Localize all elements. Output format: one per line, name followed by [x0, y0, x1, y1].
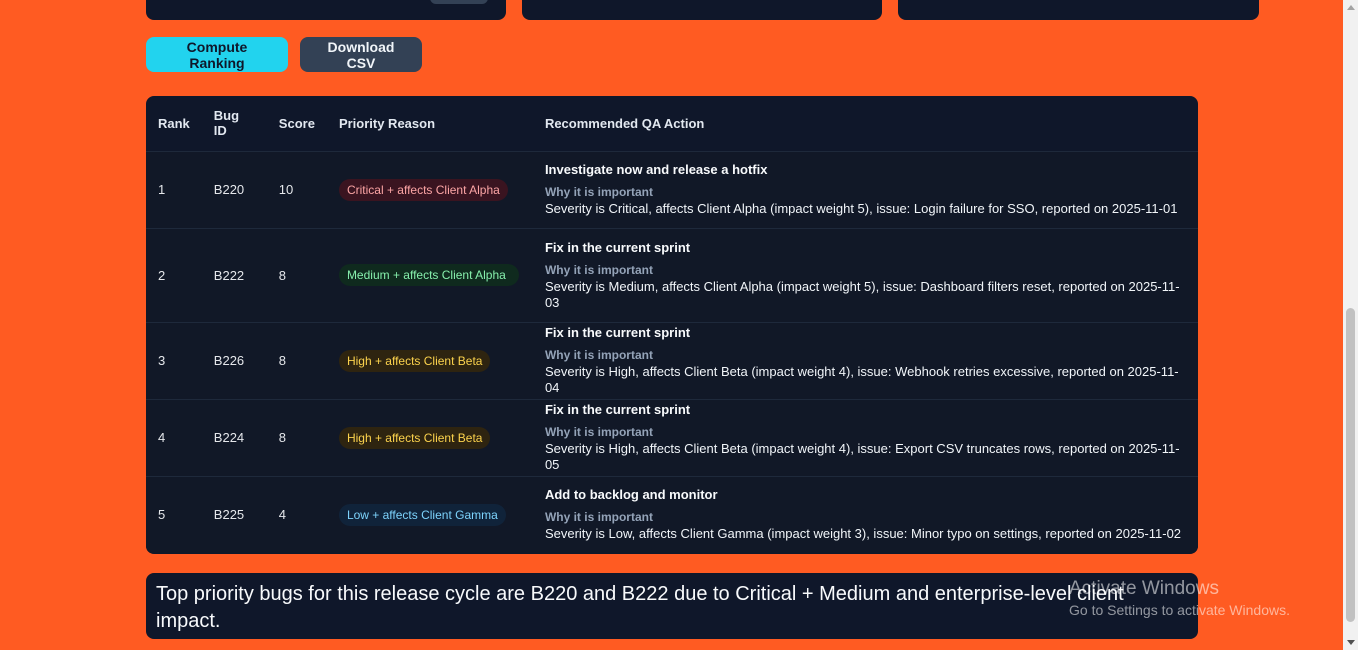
- bug-id-cell: B224: [213, 430, 245, 445]
- why-label: Why it is important: [544, 185, 653, 199]
- summary-text: Top priority bugs for this release cycle…: [156, 583, 1124, 632]
- activate-windows-watermark: Activate Windows Go to Settings to activ…: [1069, 578, 1290, 620]
- rank-cell: 5: [158, 507, 166, 523]
- action-detail: Severity is Medium, affects Client Alpha…: [544, 278, 1180, 310]
- action-detail: Severity is Critical, affects Client Alp…: [544, 201, 1178, 216]
- scroll-down-arrow-icon[interactable]: [1347, 640, 1355, 645]
- priority-badge: High + affects Client Beta: [338, 349, 491, 372]
- bug-id-cell: B225: [213, 507, 245, 523]
- header-rank: Rank: [158, 115, 190, 131]
- action-cell: Add to backlog and monitor Why it is imp…: [533, 476, 1198, 553]
- input-card-2: [522, 0, 882, 20]
- card-action-button[interactable]: [430, 0, 488, 4]
- table-row: 4 B224 8 High + affects Client Beta Fix …: [146, 399, 1198, 476]
- score-cell: 8: [278, 430, 287, 445]
- table-row: 2 B222 8 Medium + affects Client Alpha F…: [146, 228, 1198, 322]
- action-detail: Severity is High, affects Client Beta (i…: [544, 364, 1179, 395]
- page-scrollbar[interactable]: [1343, 0, 1358, 650]
- bug-id-cell: B222: [213, 267, 245, 283]
- why-label: Why it is important: [544, 425, 653, 439]
- priority-badge: Low + affects Client Gamma: [338, 503, 506, 526]
- bug-id-cell: B220: [213, 182, 245, 197]
- action-detail: Severity is Low, affects Client Gamma (i…: [544, 526, 1182, 542]
- score-cell: 8: [278, 267, 287, 283]
- scroll-up-arrow-icon[interactable]: [1347, 5, 1355, 10]
- action-title: Fix in the current sprint: [544, 239, 691, 255]
- score-cell: 10: [278, 182, 294, 197]
- header-bug-id: Bug ID: [202, 96, 267, 151]
- rank-cell: 3: [158, 353, 166, 368]
- why-label: Why it is important: [544, 262, 653, 277]
- bug-id-cell: B226: [213, 353, 245, 368]
- action-cell: Fix in the current sprint Why it is impo…: [533, 228, 1198, 322]
- header-score: Score: [278, 115, 315, 131]
- ranking-table: Rank Bug ID Score Priority Reason Recomm…: [146, 96, 1198, 554]
- download-csv-button[interactable]: Download CSV: [300, 37, 422, 72]
- score-cell: 8: [278, 353, 287, 368]
- reason-cell: Critical + affects Client Alpha: [327, 151, 533, 228]
- reason-cell: High + affects Client Beta: [327, 399, 533, 476]
- priority-badge: Medium + affects Client Alpha: [338, 264, 519, 286]
- reason-cell: Low + affects Client Gamma: [327, 476, 533, 553]
- input-card-3: [898, 0, 1259, 20]
- watermark-subtitle: Go to Settings to activate Windows.: [1069, 602, 1290, 618]
- table-row: 5 B225 4 Low + affects Client Gamma Add …: [146, 476, 1198, 553]
- watermark-title: Activate Windows: [1069, 578, 1219, 599]
- header-bug-id-label: Bug ID: [213, 108, 240, 139]
- rank-cell: 4: [158, 430, 166, 445]
- reason-cell: High + affects Client Beta: [327, 322, 533, 399]
- score-cell: 4: [278, 507, 287, 523]
- header-recommended-action: Recommended QA Action: [544, 115, 705, 131]
- table-row: 1 B220 10 Critical + affects Client Alph…: [146, 151, 1198, 228]
- action-cell: Fix in the current sprint Why it is impo…: [533, 399, 1198, 476]
- input-card-1: [146, 0, 506, 20]
- header-priority-reason: Priority Reason: [338, 115, 436, 131]
- rank-cell: 2: [158, 267, 166, 283]
- table-header-row: Rank Bug ID Score Priority Reason Recomm…: [146, 96, 1198, 151]
- summary-panel: Top priority bugs for this release cycle…: [146, 573, 1198, 639]
- action-cell: Investigate now and release a hotfix Why…: [533, 151, 1198, 228]
- priority-badge: Critical + affects Client Alpha: [338, 178, 508, 201]
- compute-ranking-button[interactable]: Compute Ranking: [146, 37, 288, 72]
- scrollbar-thumb[interactable]: [1346, 308, 1355, 622]
- reason-cell: Medium + affects Client Alpha: [327, 228, 533, 322]
- why-label: Why it is important: [544, 348, 653, 362]
- table-row: 3 B226 8 High + affects Client Beta Fix …: [146, 322, 1198, 399]
- action-title: Investigate now and release a hotfix: [544, 162, 768, 177]
- action-title: Add to backlog and monitor: [544, 487, 718, 503]
- rank-cell: 1: [158, 182, 166, 197]
- action-title: Fix in the current sprint: [544, 325, 691, 340]
- why-label: Why it is important: [544, 510, 653, 525]
- action-cell: Fix in the current sprint Why it is impo…: [533, 322, 1198, 399]
- action-detail: Severity is High, affects Client Beta (i…: [544, 441, 1180, 472]
- action-title: Fix in the current sprint: [544, 402, 691, 417]
- priority-badge: High + affects Client Beta: [338, 426, 491, 449]
